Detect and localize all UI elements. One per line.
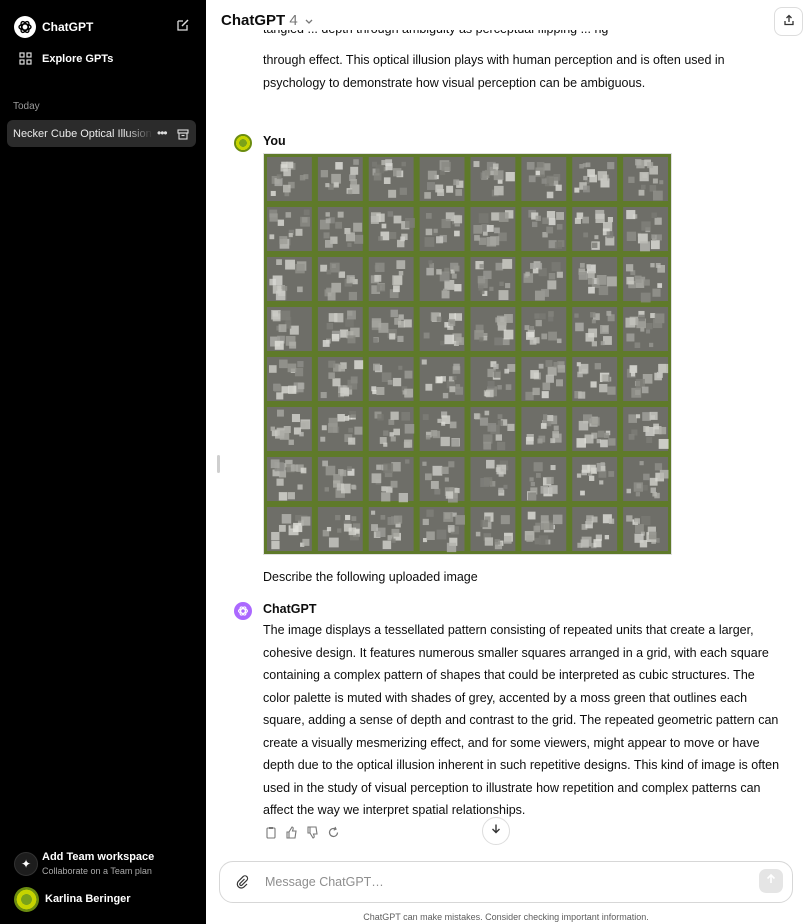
thumbs-up-icon[interactable] xyxy=(285,826,298,839)
more-options-icon[interactable]: ••• xyxy=(157,126,168,140)
sidebar-chat-item-label: Necker Cube Optical Illusion xyxy=(13,128,152,140)
message-composer xyxy=(219,861,793,903)
paperclip-icon[interactable] xyxy=(235,875,249,889)
archive-icon[interactable] xyxy=(177,127,189,140)
sidebar-logo-icon[interactable] xyxy=(14,16,36,38)
user-avatar[interactable] xyxy=(14,887,39,912)
message-input[interactable] xyxy=(263,871,737,893)
previous-message-line: through effect. This optical illusion pl… xyxy=(263,53,725,67)
main-panel: ChatGPT 4 tangled ... depth through ambi… xyxy=(206,0,806,924)
model-version: 4 xyxy=(289,12,298,29)
chevron-down-icon xyxy=(304,13,314,30)
copy-icon[interactable] xyxy=(264,826,277,839)
sidebar-brand-label[interactable]: ChatGPT xyxy=(42,20,93,34)
sidebar-resize-handle[interactable] xyxy=(217,455,220,473)
message-actions xyxy=(264,826,340,839)
sidebar-chat-item[interactable]: Necker Cube Optical Illusion ••• xyxy=(7,120,196,147)
uploaded-image[interactable] xyxy=(263,153,672,555)
team-plan-subtitle: Collaborate on a Team plan xyxy=(42,866,152,876)
scroll-to-bottom-button[interactable] xyxy=(482,817,510,845)
assistant-reply-text: The image displays a tessellated pattern… xyxy=(263,623,780,817)
sidebar-section-today: Today xyxy=(13,101,40,112)
explore-gpts-link[interactable]: Explore GPTs xyxy=(42,53,113,65)
chatgpt-avatar xyxy=(234,602,252,620)
thumbs-down-icon[interactable] xyxy=(306,826,319,839)
assistant-message-name: ChatGPT xyxy=(263,602,317,616)
share-icon xyxy=(783,13,795,31)
new-chat-icon[interactable] xyxy=(176,18,190,32)
model-selector-title: ChatGPT xyxy=(221,12,286,29)
user-prompt-text: Describe the following uploaded image xyxy=(263,570,478,584)
previous-message-clipped-line: tangled ... depth through ambiguity as p… xyxy=(263,30,781,42)
sparkle-icon[interactable]: ✦ xyxy=(14,852,38,876)
previous-message-line-last: psychology to demonstrate how visual per… xyxy=(263,76,646,90)
send-button[interactable] xyxy=(759,869,783,893)
user-name[interactable]: Karlina Beringer xyxy=(45,893,131,905)
sidebar: ChatGPT Explore GPTs Today Necker Cube O… xyxy=(0,0,206,924)
regenerate-icon[interactable] xyxy=(327,826,340,839)
model-selector[interactable]: ChatGPT 4 xyxy=(221,12,314,30)
tessellated-tile-image xyxy=(264,154,671,554)
arrow-down-icon xyxy=(490,822,502,840)
add-team-workspace-button[interactable]: Add Team workspace xyxy=(42,851,154,863)
user-message-avatar xyxy=(234,134,252,152)
disclaimer-text: ChatGPT can make mistakes. Consider chec… xyxy=(363,912,649,922)
explore-grid-icon xyxy=(19,52,32,65)
send-arrow-icon xyxy=(765,872,777,890)
user-message-name: You xyxy=(263,134,286,148)
